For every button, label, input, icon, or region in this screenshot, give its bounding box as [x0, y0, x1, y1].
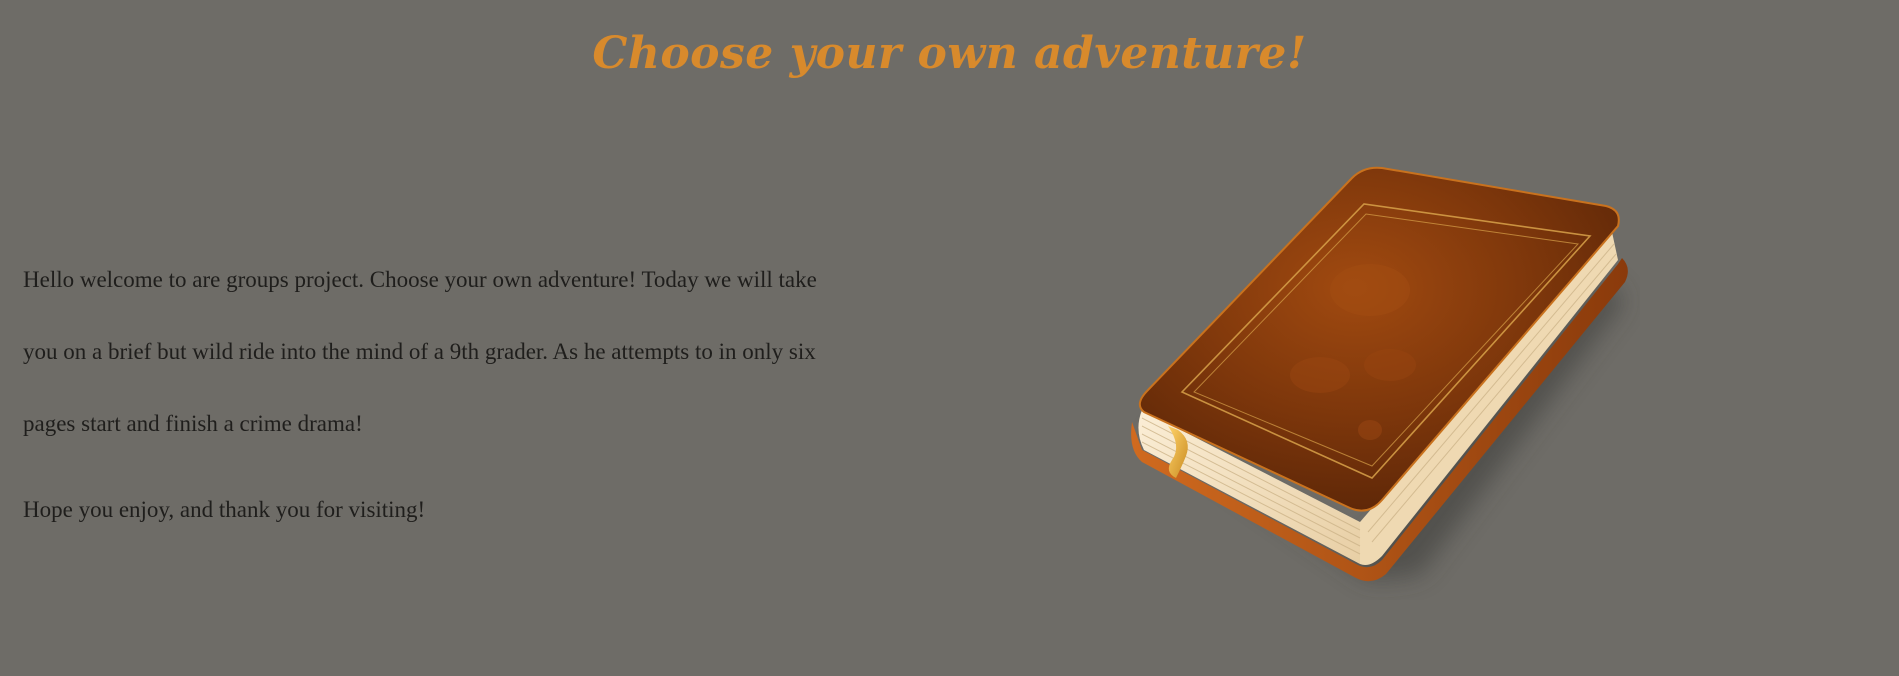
- book-icon: [1131, 166, 1628, 582]
- page-title: Choose your own adventure!: [592, 28, 1307, 79]
- intro-paragraph: Hello welcome to are groups project. Cho…: [23, 267, 817, 436]
- closing-paragraph: Hope you enjoy, and thank you for visiti…: [23, 497, 426, 522]
